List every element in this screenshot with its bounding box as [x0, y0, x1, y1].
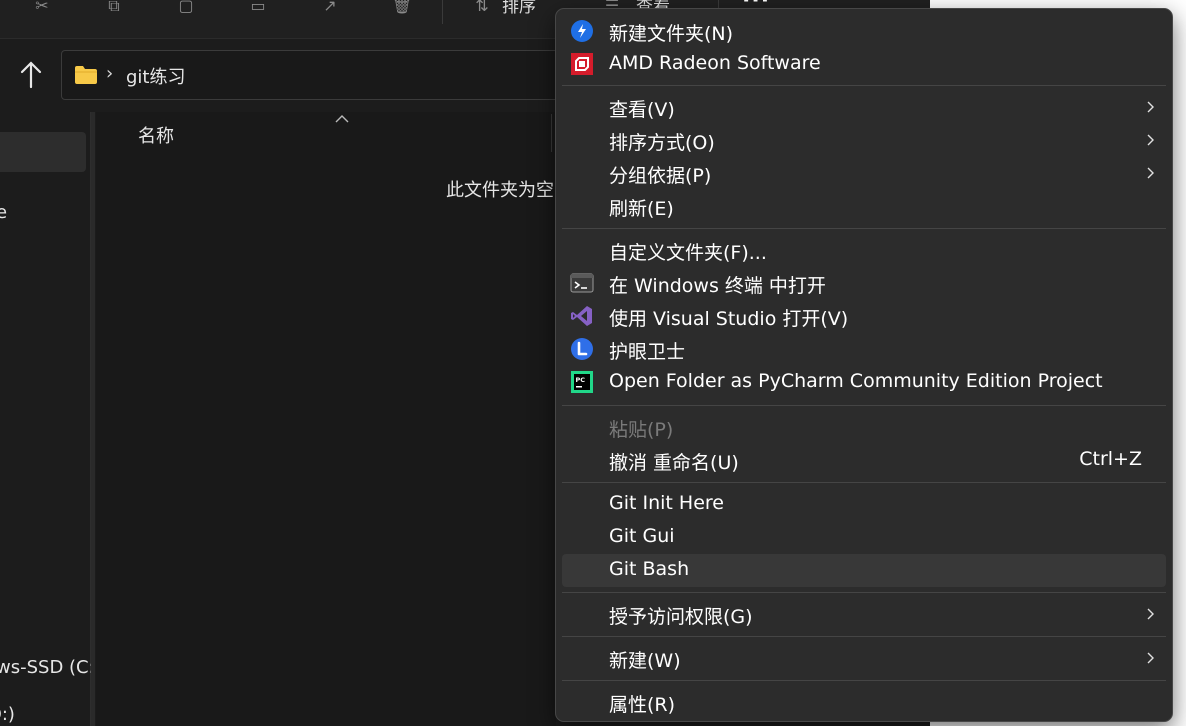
folder-icon	[74, 65, 98, 90]
menu-item-label: 新建(W)	[609, 650, 681, 672]
sort-icon[interactable]: ⇅	[470, 0, 494, 14]
menu-item-label: 撤消 重命名(U)	[609, 452, 739, 474]
shortcut-label: Ctrl+Z	[1079, 448, 1142, 470]
paste-icon[interactable]: ▢	[174, 0, 198, 14]
column-divider[interactable]	[551, 114, 552, 152]
svg-text:PC: PC	[576, 376, 586, 384]
empty-folder-message: 此文件夹为空	[446, 180, 554, 201]
copy-icon[interactable]: ⧉	[102, 0, 126, 14]
menu-item-label: 新建文件夹(N)	[609, 23, 734, 45]
menu-item-git-bash[interactable]: Git Bash	[562, 554, 1166, 587]
context-menu: 新建文件夹(N) AMD Radeon Software 查看(V) 排序方式(…	[555, 8, 1173, 722]
chevron-right-icon	[1146, 650, 1156, 666]
menu-item-label: Git Init Here	[609, 492, 724, 514]
menu-separator	[562, 592, 1166, 593]
share-icon[interactable]: ↗	[318, 0, 342, 14]
menu-item-label: 属性(R)	[609, 694, 676, 716]
pycharm-icon: PC	[570, 370, 594, 394]
nav-item-drive-d[interactable]: D:)	[0, 704, 15, 725]
menu-item-paste: 粘贴(P)	[562, 411, 1166, 444]
menu-item-label: 护眼卫士	[609, 341, 686, 363]
menu-item-sort-by[interactable]: 排序方式(O)	[562, 124, 1166, 157]
menu-separator	[562, 636, 1166, 637]
chevron-right-icon	[1146, 606, 1156, 622]
new-folder-icon	[570, 19, 594, 43]
nav-item-label[interactable]: e	[0, 202, 7, 223]
menu-item-label: Open Folder as PyCharm Community Edition…	[609, 370, 1103, 392]
menu-separator	[562, 85, 1166, 86]
chevron-right-icon[interactable]: ›	[106, 63, 113, 84]
menu-separator	[562, 680, 1166, 681]
menu-item-git-init[interactable]: Git Init Here	[562, 488, 1166, 521]
menu-item-open-pycharm[interactable]: PC Open Folder as PyCharm Community Edit…	[562, 366, 1166, 399]
eye-guard-icon	[570, 337, 594, 361]
delete-icon[interactable]: 🗑	[390, 0, 414, 14]
rename-icon[interactable]: ▭	[246, 0, 270, 14]
breadcrumb-current[interactable]: git练习	[126, 63, 185, 89]
menu-item-new-folder[interactable]: 新建文件夹(N)	[562, 15, 1166, 48]
menu-item-label: 刷新(E)	[609, 198, 674, 220]
address-bar[interactable]: › git练习	[61, 50, 581, 100]
sort-ascending-icon	[334, 108, 350, 123]
menu-item-label: AMD Radeon Software	[609, 52, 821, 74]
visual-studio-icon	[570, 304, 594, 328]
nav-item-drive-c[interactable]: ws-SSD (C:	[0, 657, 95, 678]
menu-item-open-in-terminal[interactable]: 在 Windows 终端 中打开	[562, 267, 1166, 300]
menu-item-git-gui[interactable]: Git Gui	[562, 521, 1166, 554]
menu-item-open-visual-studio[interactable]: 使用 Visual Studio 打开(V)	[562, 300, 1166, 333]
toolbar-divider	[442, 0, 443, 24]
menu-item-label: 排序方式(O)	[609, 132, 715, 154]
menu-item-label: 授予访问权限(G)	[609, 606, 753, 628]
menu-item-new[interactable]: 新建(W)	[562, 642, 1166, 675]
menu-item-undo-rename[interactable]: 撤消 重命名(U) Ctrl+Z	[562, 444, 1166, 477]
menu-item-refresh[interactable]: 刷新(E)	[562, 190, 1166, 223]
menu-item-label: 在 Windows 终端 中打开	[609, 275, 826, 297]
menu-separator	[562, 482, 1166, 483]
amd-icon	[570, 52, 594, 76]
cut-icon[interactable]: ✂	[30, 0, 54, 14]
chevron-right-icon	[1146, 132, 1156, 148]
menu-item-give-access[interactable]: 授予访问权限(G)	[562, 598, 1166, 631]
navigation-pane: e : ws-SSD (C: D:)	[0, 112, 95, 726]
menu-item-properties[interactable]: 属性(R)	[562, 686, 1166, 719]
menu-item-label: 使用 Visual Studio 打开(V)	[609, 308, 849, 330]
menu-item-label: 粘贴(P)	[609, 419, 674, 441]
nav-scrollbar[interactable]	[91, 112, 95, 726]
menu-separator	[562, 405, 1166, 406]
menu-item-label: 自定义文件夹(F)...	[609, 242, 767, 264]
terminal-icon	[570, 271, 594, 295]
menu-item-group-by[interactable]: 分组依据(P)	[562, 157, 1166, 190]
menu-item-customize-folder[interactable]: 自定义文件夹(F)...	[562, 234, 1166, 267]
up-arrow-icon[interactable]	[14, 58, 48, 92]
menu-item-label: 查看(V)	[609, 99, 675, 121]
nav-item-selected[interactable]	[0, 132, 86, 172]
sort-button[interactable]: 排序	[502, 0, 536, 17]
menu-item-label: Git Gui	[609, 525, 675, 547]
menu-item-amd-radeon[interactable]: AMD Radeon Software	[562, 48, 1166, 81]
file-list[interactable]: 名称 此文件夹为空	[96, 112, 556, 726]
menu-item-view[interactable]: 查看(V)	[562, 91, 1166, 124]
menu-separator	[562, 228, 1166, 229]
column-header-name[interactable]: 名称	[138, 122, 174, 148]
chevron-right-icon	[1146, 99, 1156, 115]
menu-item-label: Git Bash	[609, 558, 690, 580]
menu-item-eye-guard[interactable]: 护眼卫士	[562, 333, 1166, 366]
menu-item-label: 分组依据(P)	[609, 165, 712, 187]
chevron-right-icon	[1146, 165, 1156, 181]
